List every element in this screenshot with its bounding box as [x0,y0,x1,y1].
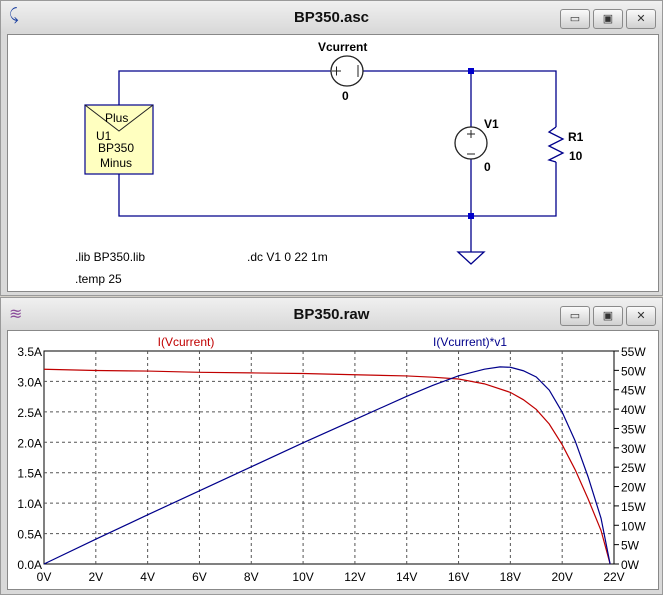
right-y-tick-label: 0W [621,558,640,572]
r1-value[interactable]: 10 [569,149,583,163]
right-y-tick-label: 15W [621,500,646,514]
left-y-tick-label: 2.5A [17,406,42,420]
series-line-0 [43,368,611,565]
right-y-tick-label: 20W [621,481,646,495]
close-button[interactable]: ✕ [626,306,656,326]
waveform-titlebar[interactable]: ≋ BP350.raw ▭ ▣ ✕ [1,298,662,330]
left-y-tick-label: 2.0A [17,436,42,450]
dc-directive[interactable]: .dc V1 0 22 1m [247,250,328,264]
schematic-titlebar[interactable]: ⤹ BP350.asc ▭ ▣ ✕ [1,1,662,33]
waveform-window: ≋ BP350.raw ▭ ▣ ✕ I(Vcurrent) I(Vcurrent… [0,297,663,595]
restore-button[interactable]: ▣ [593,306,623,326]
v1-name[interactable]: V1 [484,117,499,131]
u1-minus-label: Minus [100,156,132,170]
left-y-tick-label: 1.5A [17,467,42,481]
right-y-tick-label: 10W [621,519,646,533]
lib-directive[interactable]: .lib BP350.lib [75,250,145,264]
series-line-1 [43,366,611,565]
left-y-tick-label: 3.0A [17,375,42,389]
close-button[interactable]: ✕ [626,9,656,29]
right-y-tick-label: 35W [621,422,646,436]
right-y-tick-label: 45W [621,384,646,398]
waveform-plot[interactable]: I(Vcurrent) I(Vcurrent)*v1 0V 2V 4V 6V 8V 10V… [7,330,659,590]
schematic-canvas[interactable]: Plus U1 BP350 Minus Vcurrent 0 V1 0 R1 1… [7,34,659,292]
u1-model: BP350 [98,141,134,155]
legend-power[interactable]: I(Vcurrent)*v1 [433,335,507,349]
schematic-window: ⤹ BP350.asc ▭ ▣ ✕ Plus U1 BP350 Minus Vc… [0,0,663,296]
x-tick-label: 12V [344,570,365,584]
x-tick-label: 10V [292,570,313,584]
right-y-tick-label: 30W [621,442,646,456]
minimize-button[interactable]: ▭ [560,9,590,29]
x-tick-label: 14V [396,570,417,584]
ground-symbol [456,251,486,265]
x-tick-label: 4V [140,570,155,584]
x-tick-label: 8V [244,570,259,584]
v1-value[interactable]: 0 [484,160,491,174]
node-dot [468,213,474,219]
minimize-button[interactable]: ▭ [560,306,590,326]
temp-directive[interactable]: .temp 25 [75,272,122,286]
x-tick-label: 18V [500,570,521,584]
left-y-tick-label: 1.0A [17,497,42,511]
resistor-r1[interactable] [547,126,565,163]
left-y-tick-label: 0.0A [17,558,42,572]
right-y-tick-label: 40W [621,403,646,417]
right-y-tick-label: 25W [621,461,646,475]
right-y-tick-label: 55W [621,345,646,359]
vcurrent-name[interactable]: Vcurrent [318,40,367,54]
plot-frame [43,350,615,565]
left-y-tick-label: 0.5A [17,528,42,542]
x-tick-label: 22V [603,570,624,584]
restore-button[interactable]: ▣ [593,9,623,29]
x-tick-label: 0V [37,570,52,584]
x-tick-label: 16V [448,570,469,584]
x-tick-label: 20V [552,570,573,584]
right-y-tick-label: 50W [621,364,646,378]
left-y-tick-label: 3.5A [17,345,42,359]
legend-i-vcurrent[interactable]: I(Vcurrent) [158,335,215,349]
node-dot [468,68,474,74]
r1-name[interactable]: R1 [568,130,584,144]
vcurrent-value[interactable]: 0 [342,89,349,103]
u1-plus-label: Plus [105,111,128,125]
x-tick-label: 2V [88,570,103,584]
x-tick-label: 6V [192,570,207,584]
right-y-tick-label: 5W [621,539,640,553]
